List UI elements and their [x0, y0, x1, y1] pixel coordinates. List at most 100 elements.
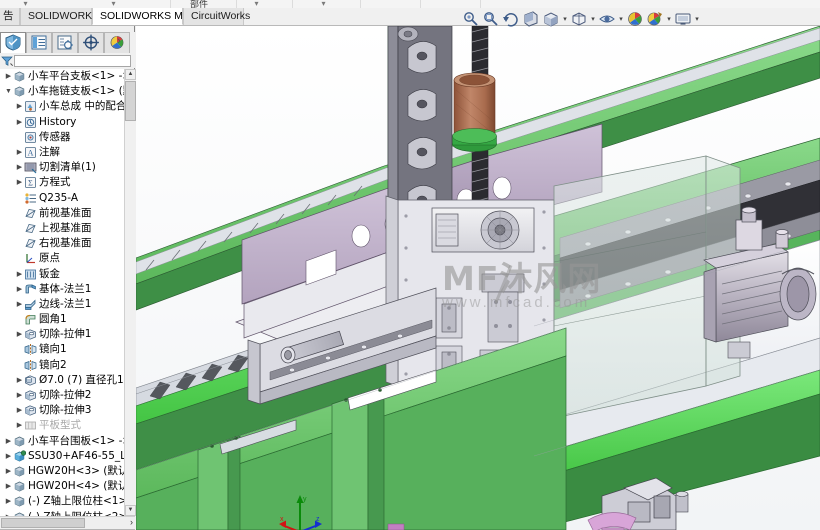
- tree-item-label: 小车总成 中的配合: [39, 100, 124, 113]
- tree-filter-input[interactable]: [14, 55, 131, 67]
- more-manager-tabs-chevron-right-icon[interactable]: ›: [117, 35, 121, 47]
- graphics-viewport[interactable]: MF沐风网 www.mfcad.com x y z: [136, 26, 820, 530]
- tree-expand-chevron-right-icon[interactable]: ▶: [15, 160, 24, 175]
- configuration-manager-tab[interactable]: [52, 32, 78, 53]
- feature-tree[interactable]: ▶ 小车平台支板<1> -> (默认· ▼ 小车拖链支板<1> (默认<<默 ▶ 小车总成…: [0, 69, 124, 516]
- tab-0[interactable]: 告: [0, 8, 20, 25]
- tree-expand-chevron-right-icon[interactable]: ▶: [4, 69, 13, 84]
- edit-appearance-icon[interactable]: [626, 10, 644, 28]
- ribbon-dropdown-dot-4[interactable]: ▾: [320, 0, 327, 8]
- hide-show-chevron-down-icon[interactable]: ▾: [618, 15, 624, 23]
- tree-item[interactable]: 右视基准面: [0, 236, 124, 251]
- previous-view-icon[interactable]: [502, 10, 520, 28]
- coordinate-triad: x y z: [278, 492, 324, 530]
- heads-up-view-toolbar[interactable]: ▾ ▾ ▾ ▾ ▾: [462, 8, 700, 30]
- ribbon-dropdown-dot-1[interactable]: ▾: [22, 0, 29, 8]
- tab-solidworks-mbd[interactable]: SOLIDWORKS MBD: [92, 8, 197, 25]
- apply-scene-chevron-down-icon[interactable]: ▾: [666, 15, 672, 23]
- tab-solidworks-addins[interactable]: SOLIDWORKS 插件: [20, 8, 123, 25]
- section-view-icon[interactable]: [522, 10, 540, 28]
- tree-item-label: 镜向2: [39, 358, 67, 371]
- tree-item[interactable]: ▶ Σ 方程式: [0, 175, 124, 190]
- apply-scene-icon[interactable]: [646, 10, 664, 28]
- part-icon: [13, 435, 26, 448]
- feature-manager-tree-tab[interactable]: [0, 32, 26, 53]
- tree-item[interactable]: ▶ A 注解: [0, 145, 124, 160]
- tree-item[interactable]: ▶ SSU30+AF46-55_L0130<1: [0, 449, 124, 464]
- tree-item[interactable]: 镜向1: [0, 342, 124, 357]
- tree-expand-chevron-right-icon[interactable]: ▶: [15, 373, 24, 388]
- tree-item[interactable]: ▶ (-) Z轴上限位柱<1> (默认<: [0, 494, 124, 509]
- tree-expand-chevron-right-icon[interactable]: ▶: [15, 418, 24, 433]
- tree-item[interactable]: ▶ 小车总成 中的配合: [0, 99, 124, 114]
- tree-item[interactable]: ▶ Ø7.0 (7) 直径孔1: [0, 373, 124, 388]
- tree-expand-chevron-right-icon[interactable]: ▶: [4, 479, 13, 494]
- tree-expand-chevron-right-icon[interactable]: ▶: [15, 99, 24, 114]
- tree-expand-chevron-right-icon[interactable]: ▶: [4, 464, 13, 479]
- tree-item[interactable]: Q235-A: [0, 191, 124, 206]
- tree-expand-chevron-right-icon[interactable]: ▶: [4, 449, 13, 464]
- tree-expand-chevron-right-icon[interactable]: ▶: [15, 267, 24, 282]
- tree-item[interactable]: ▶ 边线-法兰1: [0, 297, 124, 312]
- display-style-icon[interactable]: [570, 10, 588, 28]
- tree-item[interactable]: 圆角1: [0, 312, 124, 327]
- tree-expand-chevron-right-icon[interactable]: ▶: [15, 115, 24, 130]
- tree-item[interactable]: ▼ 小车拖链支板<1> (默认<<默: [0, 84, 124, 99]
- tree-item[interactable]: ▶ 切除-拉伸1: [0, 327, 124, 342]
- tree-expand-chevron-right-icon[interactable]: ▶: [15, 175, 24, 190]
- hide-show-items-icon[interactable]: [598, 10, 616, 28]
- tree-horizontal-scrollbar[interactable]: ›: [0, 516, 135, 529]
- feature-manager-panel: ○: [0, 26, 136, 530]
- tree-expand-chevron-right-icon[interactable]: ▶: [15, 282, 24, 297]
- tree-scroll-up-button[interactable]: ▲: [125, 69, 136, 80]
- filter-funnel-icon[interactable]: [1, 55, 14, 67]
- view-settings-chevron-down-icon[interactable]: ▾: [694, 15, 700, 23]
- property-manager-tab[interactable]: [26, 32, 52, 53]
- tree-collapse-chevron-down-icon[interactable]: ▼: [4, 84, 13, 99]
- tree-item[interactable]: ▶ 平板型式: [0, 418, 124, 433]
- tree-vertical-scrollbar[interactable]: ▲ ▼: [124, 69, 136, 516]
- sensor-icon: [24, 131, 37, 144]
- tree-item[interactable]: ▶ 基体-法兰1: [0, 282, 124, 297]
- tree-item[interactable]: ▶ 小车平台围板<1> -> (默认·: [0, 434, 124, 449]
- tree-item[interactable]: 镜向2: [0, 358, 124, 373]
- tree-expand-chevron-right-icon[interactable]: ▶: [4, 434, 13, 449]
- tree-expand-chevron-right-icon[interactable]: ▶: [15, 327, 24, 342]
- tree-item[interactable]: 前视基准面: [0, 206, 124, 221]
- tree-item[interactable]: ▶ History: [0, 115, 124, 130]
- zoom-to-fit-icon[interactable]: [462, 10, 480, 28]
- tree-item[interactable]: ▶ 切割清单(1): [0, 160, 124, 175]
- tree-item-label: 切除-拉伸1: [39, 328, 92, 341]
- tree-item[interactable]: 上视基准面: [0, 221, 124, 236]
- tree-expand-chevron-right-icon[interactable]: ▶: [15, 388, 24, 403]
- dimxpert-manager-tab[interactable]: [78, 32, 104, 53]
- tree-item-label: 钣金: [39, 267, 60, 280]
- tree-item[interactable]: ▶ 小车平台支板<1> -> (默认·: [0, 69, 124, 84]
- tree-expand-chevron-right-icon[interactable]: ▶: [15, 145, 24, 160]
- view-orientation-chevron-down-icon[interactable]: ▾: [562, 15, 568, 23]
- tree-item-label: 右视基准面: [39, 237, 92, 250]
- tree-scroll-thumb[interactable]: [125, 81, 136, 121]
- tree-item[interactable]: ▶ HGW20H<3> (默认<<默认: [0, 464, 124, 479]
- tree-expand-chevron-right-icon[interactable]: ▶: [4, 494, 13, 509]
- view-settings-icon[interactable]: [674, 10, 692, 28]
- tree-item[interactable]: ▶ 切除-拉伸2: [0, 388, 124, 403]
- tree-item[interactable]: ▶ 钣金: [0, 266, 124, 281]
- tree-item[interactable]: 原点: [0, 251, 124, 266]
- tree-item[interactable]: ▶ HGW20H<4> (默认<<默认: [0, 479, 124, 494]
- tree-item[interactable]: ▶ 切除-拉伸3: [0, 403, 124, 418]
- zoom-to-area-icon[interactable]: [482, 10, 500, 28]
- ribbon-dropdown-dot-3[interactable]: ▾: [253, 0, 260, 8]
- tree-hscroll-right-button[interactable]: ›: [130, 517, 133, 527]
- tree-item[interactable]: 传感器: [0, 130, 124, 145]
- display-style-chevron-down-icon[interactable]: ▾: [590, 15, 596, 23]
- tree-scroll-down-button[interactable]: ▼: [125, 505, 136, 516]
- tab-circuitworks[interactable]: CircuitWorks: [183, 8, 250, 25]
- tree-expand-chevron-right-icon[interactable]: ▶: [15, 403, 24, 418]
- tree-hscroll-thumb[interactable]: [1, 518, 85, 528]
- tree-expand-chevron-right-icon[interactable]: ▶: [15, 297, 24, 312]
- view-orientation-icon[interactable]: [542, 10, 560, 28]
- ribbon-dropdown-dot-2[interactable]: ▾: [110, 0, 117, 8]
- triad-y-label: y: [303, 496, 307, 503]
- extrudecut-icon: [24, 389, 37, 402]
